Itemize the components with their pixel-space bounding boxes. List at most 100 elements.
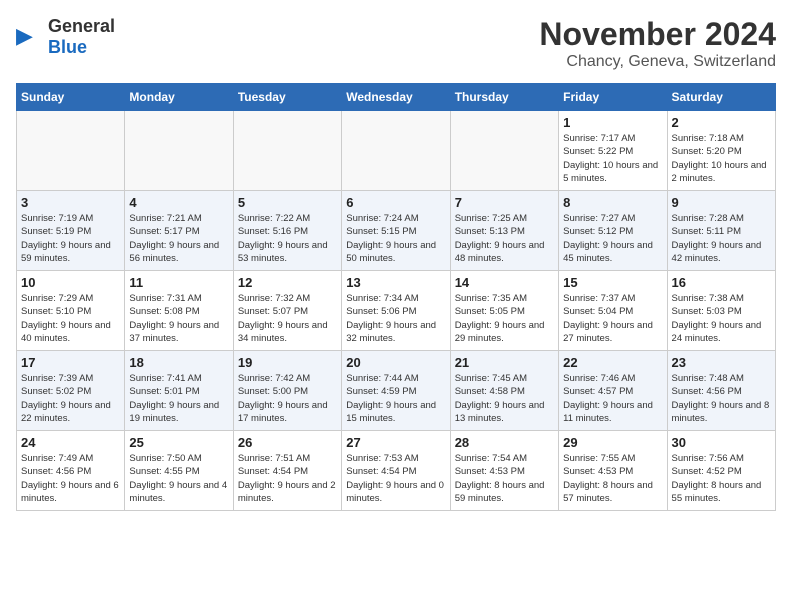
header-cell-monday: Monday: [125, 84, 233, 111]
logo-icon: ▶: [16, 23, 44, 51]
day-info: Sunrise: 7:50 AM Sunset: 4:55 PM Dayligh…: [129, 452, 228, 505]
calendar-cell: 5 Sunrise: 7:22 AM Sunset: 5:16 PM Daylig…: [233, 191, 341, 271]
day-info: Sunrise: 7:18 AM Sunset: 5:20 PM Dayligh…: [672, 132, 771, 185]
day-number: 16: [672, 275, 771, 290]
header-cell-friday: Friday: [559, 84, 667, 111]
day-info: Sunrise: 7:49 AM Sunset: 4:56 PM Dayligh…: [21, 452, 120, 505]
day-info: Sunrise: 7:38 AM Sunset: 5:03 PM Dayligh…: [672, 292, 771, 345]
calendar-cell: 18 Sunrise: 7:41 AM Sunset: 5:01 PM Dayli…: [125, 351, 233, 431]
day-number: 29: [563, 435, 662, 450]
day-number: 11: [129, 275, 228, 290]
header-cell-thursday: Thursday: [450, 84, 558, 111]
calendar-cell: 29Sunrise: 7:55 AM Sunset: 4:53 PM Dayli…: [559, 431, 667, 511]
day-info: Sunrise: 7:45 AM Sunset: 4:58 PM Dayligh…: [455, 372, 554, 425]
calendar-cell: 17 Sunrise: 7:39 AM Sunset: 5:02 PM Dayli…: [17, 351, 125, 431]
day-info: Sunrise: 7:29 AM Sunset: 5:10 PM Dayligh…: [21, 292, 120, 345]
calendar-cell: 24 Sunrise: 7:49 AM Sunset: 4:56 PM Dayli…: [17, 431, 125, 511]
calendar-cell: [450, 111, 558, 191]
logo: ▶ General Blue: [16, 16, 115, 58]
calendar-cell: 12Sunrise: 7:32 AM Sunset: 5:07 PM Dayli…: [233, 271, 341, 351]
calendar-cell: 13 Sunrise: 7:34 AM Sunset: 5:06 PM Dayli…: [342, 271, 450, 351]
calendar-cell: 9Sunrise: 7:28 AM Sunset: 5:11 PM Daylig…: [667, 191, 775, 271]
day-info: Sunrise: 7:22 AM Sunset: 5:16 PM Dayligh…: [238, 212, 337, 265]
day-number: 8: [563, 195, 662, 210]
day-info: Sunrise: 7:35 AM Sunset: 5:05 PM Dayligh…: [455, 292, 554, 345]
day-info: Sunrise: 7:27 AM Sunset: 5:12 PM Dayligh…: [563, 212, 662, 265]
calendar-cell: 4 Sunrise: 7:21 AM Sunset: 5:17 PM Daylig…: [125, 191, 233, 271]
day-number: 5: [238, 195, 337, 210]
title-area: November 2024 Chancy, Geneva, Switzerlan…: [539, 16, 776, 71]
day-info: Sunrise: 7:24 AM Sunset: 5:15 PM Dayligh…: [346, 212, 445, 265]
calendar-body: 1 Sunrise: 7:17 AM Sunset: 5:22 PM Daylig…: [17, 111, 776, 511]
calendar-cell: 19Sunrise: 7:42 AM Sunset: 5:00 PM Dayli…: [233, 351, 341, 431]
day-info: Sunrise: 7:48 AM Sunset: 4:56 PM Dayligh…: [672, 372, 771, 425]
calendar-week-1: 1 Sunrise: 7:17 AM Sunset: 5:22 PM Daylig…: [17, 111, 776, 191]
day-number: 24: [21, 435, 120, 450]
day-info: Sunrise: 7:25 AM Sunset: 5:13 PM Dayligh…: [455, 212, 554, 265]
day-info: Sunrise: 7:51 AM Sunset: 4:54 PM Dayligh…: [238, 452, 337, 505]
day-info: Sunrise: 7:19 AM Sunset: 5:19 PM Dayligh…: [21, 212, 120, 265]
calendar-week-3: 10 Sunrise: 7:29 AM Sunset: 5:10 PM Dayli…: [17, 271, 776, 351]
day-info: Sunrise: 7:37 AM Sunset: 5:04 PM Dayligh…: [563, 292, 662, 345]
day-number: 23: [672, 355, 771, 370]
day-number: 2: [672, 115, 771, 130]
day-number: 20: [346, 355, 445, 370]
header-cell-tuesday: Tuesday: [233, 84, 341, 111]
calendar-cell: [342, 111, 450, 191]
day-number: 1: [563, 115, 662, 130]
calendar-cell: 11 Sunrise: 7:31 AM Sunset: 5:08 PM Dayli…: [125, 271, 233, 351]
day-number: 22: [563, 355, 662, 370]
calendar-cell: 16 Sunrise: 7:38 AM Sunset: 5:03 PM Dayli…: [667, 271, 775, 351]
calendar-cell: 8 Sunrise: 7:27 AM Sunset: 5:12 PM Daylig…: [559, 191, 667, 271]
subtitle: Chancy, Geneva, Switzerland: [539, 53, 776, 71]
svg-text:▶: ▶: [16, 23, 33, 48]
day-number: 13: [346, 275, 445, 290]
day-number: 21: [455, 355, 554, 370]
calendar-week-2: 3Sunrise: 7:19 AM Sunset: 5:19 PM Daylig…: [17, 191, 776, 271]
calendar-header-row: SundayMondayTuesdayWednesdayThursdayFrid…: [17, 84, 776, 111]
day-number: 26: [238, 435, 337, 450]
day-number: 7: [455, 195, 554, 210]
header-cell-sunday: Sunday: [17, 84, 125, 111]
calendar-cell: 27 Sunrise: 7:53 AM Sunset: 4:54 PM Dayli…: [342, 431, 450, 511]
day-number: 14: [455, 275, 554, 290]
calendar-cell: 1 Sunrise: 7:17 AM Sunset: 5:22 PM Daylig…: [559, 111, 667, 191]
header-cell-wednesday: Wednesday: [342, 84, 450, 111]
day-number: 10: [21, 275, 120, 290]
day-number: 15: [563, 275, 662, 290]
header-cell-saturday: Saturday: [667, 84, 775, 111]
day-info: Sunrise: 7:53 AM Sunset: 4:54 PM Dayligh…: [346, 452, 445, 505]
day-number: 28: [455, 435, 554, 450]
calendar-cell: [17, 111, 125, 191]
calendar-cell: 25 Sunrise: 7:50 AM Sunset: 4:55 PM Dayli…: [125, 431, 233, 511]
day-number: 17: [21, 355, 120, 370]
day-number: 25: [129, 435, 228, 450]
day-info: Sunrise: 7:44 AM Sunset: 4:59 PM Dayligh…: [346, 372, 445, 425]
day-info: Sunrise: 7:34 AM Sunset: 5:06 PM Dayligh…: [346, 292, 445, 345]
day-info: Sunrise: 7:31 AM Sunset: 5:08 PM Dayligh…: [129, 292, 228, 345]
day-number: 30: [672, 435, 771, 450]
calendar-week-5: 24 Sunrise: 7:49 AM Sunset: 4:56 PM Dayli…: [17, 431, 776, 511]
calendar-cell: 23 Sunrise: 7:48 AM Sunset: 4:56 PM Dayli…: [667, 351, 775, 431]
day-info: Sunrise: 7:32 AM Sunset: 5:07 PM Dayligh…: [238, 292, 337, 345]
day-info: Sunrise: 7:42 AM Sunset: 5:00 PM Dayligh…: [238, 372, 337, 425]
day-number: 18: [129, 355, 228, 370]
calendar-cell: 10 Sunrise: 7:29 AM Sunset: 5:10 PM Dayli…: [17, 271, 125, 351]
logo-text-general: General: [48, 16, 115, 36]
main-title: November 2024: [539, 16, 776, 53]
day-info: Sunrise: 7:21 AM Sunset: 5:17 PM Dayligh…: [129, 212, 228, 265]
day-number: 27: [346, 435, 445, 450]
day-number: 4: [129, 195, 228, 210]
day-info: Sunrise: 7:17 AM Sunset: 5:22 PM Dayligh…: [563, 132, 662, 185]
calendar-cell: 22 Sunrise: 7:46 AM Sunset: 4:57 PM Dayli…: [559, 351, 667, 431]
calendar-cell: 30Sunrise: 7:56 AM Sunset: 4:52 PM Dayli…: [667, 431, 775, 511]
calendar-cell: 26 Sunrise: 7:51 AM Sunset: 4:54 PM Dayli…: [233, 431, 341, 511]
calendar-cell: 6Sunrise: 7:24 AM Sunset: 5:15 PM Daylig…: [342, 191, 450, 271]
day-info: Sunrise: 7:46 AM Sunset: 4:57 PM Dayligh…: [563, 372, 662, 425]
calendar-cell: 21 Sunrise: 7:45 AM Sunset: 4:58 PM Dayli…: [450, 351, 558, 431]
calendar-cell: [233, 111, 341, 191]
day-info: Sunrise: 7:41 AM Sunset: 5:01 PM Dayligh…: [129, 372, 228, 425]
day-info: Sunrise: 7:39 AM Sunset: 5:02 PM Dayligh…: [21, 372, 120, 425]
calendar-cell: [125, 111, 233, 191]
day-info: Sunrise: 7:54 AM Sunset: 4:53 PM Dayligh…: [455, 452, 554, 505]
